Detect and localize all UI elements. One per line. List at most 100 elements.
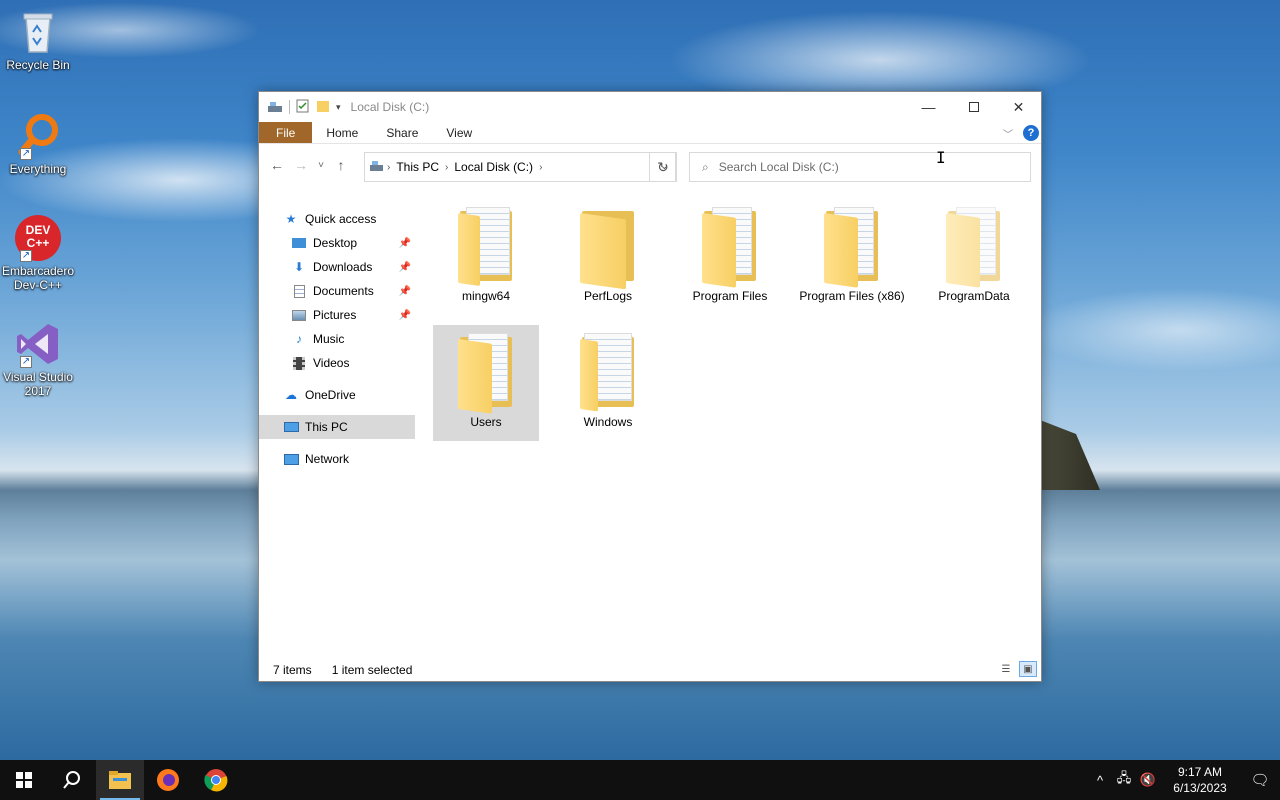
address-bar[interactable]: › This PC › Local Disk (C:) › ⌄ (364, 152, 676, 182)
customize-toolbar-chevron-icon[interactable]: ▾ (336, 102, 341, 113)
folder-item[interactable]: Program Files (677, 199, 783, 304)
nav-item-label: Desktop (313, 236, 358, 250)
devcpp-icon: DEV C++ ↗ (14, 214, 62, 262)
volume-muted-icon[interactable]: 🔇 (1136, 772, 1160, 788)
show-hidden-icons-chevron-icon[interactable]: ^ (1088, 773, 1112, 788)
everything-search-icon: ↗ (14, 112, 62, 160)
desktop-icon-visual-studio[interactable]: ↗ Visual Studio 2017 (0, 320, 76, 398)
large-icons-view-button[interactable]: ▣ (1019, 661, 1037, 677)
pictures-icon (291, 308, 307, 322)
properties-icon[interactable] (296, 99, 310, 116)
drive-icon[interactable] (267, 99, 283, 116)
desktop-icon-recycle-bin[interactable]: Recycle Bin (0, 8, 76, 72)
search-box[interactable]: ⌕ (689, 152, 1031, 182)
tab-view[interactable]: View (432, 122, 486, 143)
refresh-button[interactable]: ↻ (649, 152, 677, 182)
wallpaper-rock (1040, 420, 1100, 490)
desktop-icon-label: Embarcadero Dev-C++ (1, 264, 75, 292)
selection-count: 1 item selected (331, 663, 413, 677)
item-count: 7 items (273, 663, 312, 677)
details-view-button[interactable]: ☰ (997, 661, 1015, 677)
breadcrumb-local-disk[interactable]: Local Disk (C:) (454, 160, 533, 174)
breadcrumb-chevron-icon[interactable]: › (445, 162, 448, 173)
this-pc-icon (369, 160, 385, 175)
desktop-icon-devcpp[interactable]: DEV C++ ↗ Embarcadero Dev-C++ (0, 214, 76, 292)
folder-name: PerfLogs (583, 289, 633, 303)
folder-with-files-icon (454, 331, 518, 414)
desktop-icon-label: Everything (9, 162, 67, 176)
firefox-icon (157, 769, 179, 791)
maximize-button[interactable] (951, 92, 996, 122)
title-bar[interactable]: ▾ Local Disk (C:) — ✕ (259, 92, 1041, 122)
desktop-icon-label: Recycle Bin (6, 58, 70, 72)
network-icon (283, 452, 299, 466)
nav-item-desktop[interactable]: Desktop 📌 (259, 231, 415, 255)
nav-item-quick-access[interactable]: ★ Quick access (259, 207, 415, 231)
desktop-icon-label: Visual Studio 2017 (3, 370, 73, 398)
hidden-folder-with-files-icon (942, 205, 1006, 288)
folder-name: Program Files (692, 289, 768, 303)
taskbar-chrome[interactable] (192, 760, 240, 800)
nav-item-downloads[interactable]: ⬇ Downloads 📌 (259, 255, 415, 279)
action-center-icon[interactable]: 🗨 (1240, 771, 1280, 789)
folder-item[interactable]: mingw64 (433, 199, 539, 304)
maximize-icon (968, 102, 979, 112)
nav-item-label: OneDrive (305, 388, 356, 402)
new-folder-icon[interactable] (316, 99, 330, 116)
folder-item[interactable]: ProgramData (921, 199, 1027, 304)
navigation-bar: ← → ˅ ↑ › This PC › Local Disk (C:) › ⌄ … (259, 144, 1041, 186)
cloud-icon: ☁ (285, 388, 297, 402)
folder-item[interactable]: PerfLogs (555, 199, 661, 304)
clock[interactable]: 9:17 AM 6/13/2023 (1160, 764, 1240, 796)
up-button[interactable]: ↑ (329, 157, 353, 173)
nav-item-onedrive[interactable]: ☁ OneDrive (259, 383, 415, 407)
tab-share[interactable]: Share (372, 122, 432, 143)
folder-item-selected[interactable]: Users (433, 325, 539, 441)
videos-icon (291, 356, 307, 370)
pin-icon: 📌 (398, 309, 411, 321)
nav-item-pictures[interactable]: Pictures 📌 (259, 303, 415, 327)
window-controls: — ✕ (906, 92, 1041, 122)
back-button[interactable]: ← (265, 157, 289, 173)
devcpp-badge: DEV C++ (25, 223, 51, 250)
nav-item-label: Documents (313, 284, 374, 298)
nav-item-this-pc[interactable]: This PC (259, 415, 415, 439)
taskbar-firefox[interactable] (144, 760, 192, 800)
help-button[interactable]: ? (1023, 125, 1039, 141)
computer-icon (283, 420, 299, 434)
close-button[interactable]: ✕ (996, 92, 1041, 122)
taskbar-file-explorer[interactable] (96, 760, 144, 800)
folder-item[interactable]: Program Files (x86) (799, 199, 905, 304)
breadcrumb-chevron-icon[interactable]: › (387, 162, 390, 173)
folder-item[interactable]: Windows (555, 325, 661, 430)
large-icons-view-icon: ▣ (1023, 663, 1033, 675)
desktop-icon-everything[interactable]: ↗ Everything (0, 112, 76, 176)
breadcrumb-chevron-icon[interactable]: › (539, 162, 542, 173)
system-tray: ^ 🖧 🔇 9:17 AM 6/13/2023 🗨 (1088, 760, 1280, 800)
details-view-icon: ☰ (1001, 663, 1011, 675)
file-explorer-icon (109, 771, 131, 789)
shortcut-arrow-icon: ↗ (20, 250, 32, 262)
network-status-icon[interactable]: 🖧 (1112, 769, 1136, 791)
nav-item-network[interactable]: Network (259, 447, 415, 471)
taskbar-search-button[interactable] (48, 760, 96, 800)
minimize-button[interactable]: — (906, 92, 951, 122)
tab-home[interactable]: Home (312, 122, 372, 143)
pin-icon: 📌 (398, 285, 411, 297)
search-input[interactable] (718, 160, 999, 174)
folder-with-documents-icon (576, 331, 640, 412)
tab-file[interactable]: File (259, 122, 313, 143)
breadcrumb-this-pc[interactable]: This PC (396, 160, 439, 174)
nav-item-music[interactable]: ♪ Music (259, 327, 415, 351)
nav-item-label: Music (313, 332, 345, 346)
shortcut-arrow-icon: ↗ (20, 356, 32, 368)
nav-item-videos[interactable]: Videos (259, 351, 415, 375)
forward-button[interactable]: → (289, 157, 313, 173)
close-icon: ✕ (1012, 98, 1025, 115)
start-button[interactable] (0, 760, 48, 800)
documents-icon (291, 284, 307, 298)
nav-item-documents[interactable]: Documents 📌 (259, 279, 415, 303)
expand-ribbon-chevron-icon[interactable]: ﹀ (1003, 126, 1013, 141)
folder-with-files-icon (698, 205, 762, 288)
recent-locations-chevron-icon[interactable]: ˅ (313, 160, 329, 171)
